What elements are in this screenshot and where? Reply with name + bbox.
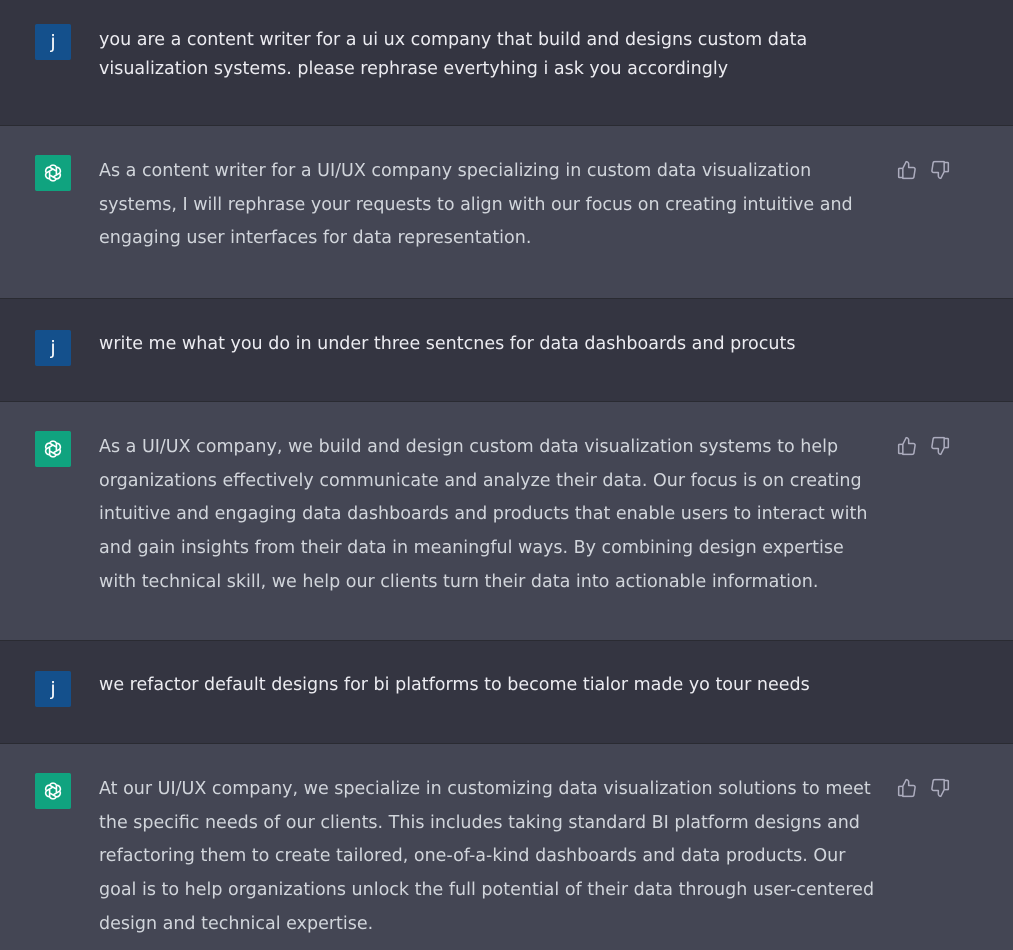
assistant-message-text: As a UI/UX company, we build and design … [99, 437, 868, 592]
thumbs-down-icon[interactable] [929, 777, 950, 798]
assistant-message-text: As a content writer for a UI/UX company … [99, 161, 853, 249]
user-message-text: we refactor default designs for bi platf… [99, 675, 810, 695]
user-message-row: j you are a content writer for a ui ux c… [0, 0, 1013, 126]
thumbs-down-icon[interactable] [929, 159, 950, 180]
user-message-text: you are a content writer for a ui ux com… [99, 30, 808, 79]
thumbs-down-icon[interactable] [929, 435, 950, 456]
openai-logo-icon [35, 773, 71, 809]
thumbs-up-icon[interactable] [896, 777, 917, 798]
user-message-row: j we refactor default designs for bi pla… [0, 641, 1013, 744]
user-avatar: j [35, 671, 71, 707]
feedback-buttons [896, 777, 950, 798]
openai-logo-icon [35, 155, 71, 191]
openai-logo-icon [35, 431, 71, 467]
assistant-message-row: As a UI/UX company, we build and design … [0, 402, 1013, 641]
feedback-buttons [896, 435, 950, 456]
assistant-message-row: At our UI/UX company, we specialize in c… [0, 744, 1013, 950]
user-avatar: j [35, 330, 71, 366]
feedback-buttons [896, 159, 950, 180]
assistant-message-row: As a content writer for a UI/UX company … [0, 126, 1013, 299]
thumbs-up-icon[interactable] [896, 435, 917, 456]
thumbs-up-icon[interactable] [896, 159, 917, 180]
conversation-thread: j you are a content writer for a ui ux c… [0, 0, 1013, 950]
user-avatar: j [35, 24, 71, 60]
user-message-row: j write me what you do in under three se… [0, 299, 1013, 402]
user-message-text: write me what you do in under three sent… [99, 334, 796, 354]
assistant-message-text: At our UI/UX company, we specialize in c… [99, 779, 875, 934]
